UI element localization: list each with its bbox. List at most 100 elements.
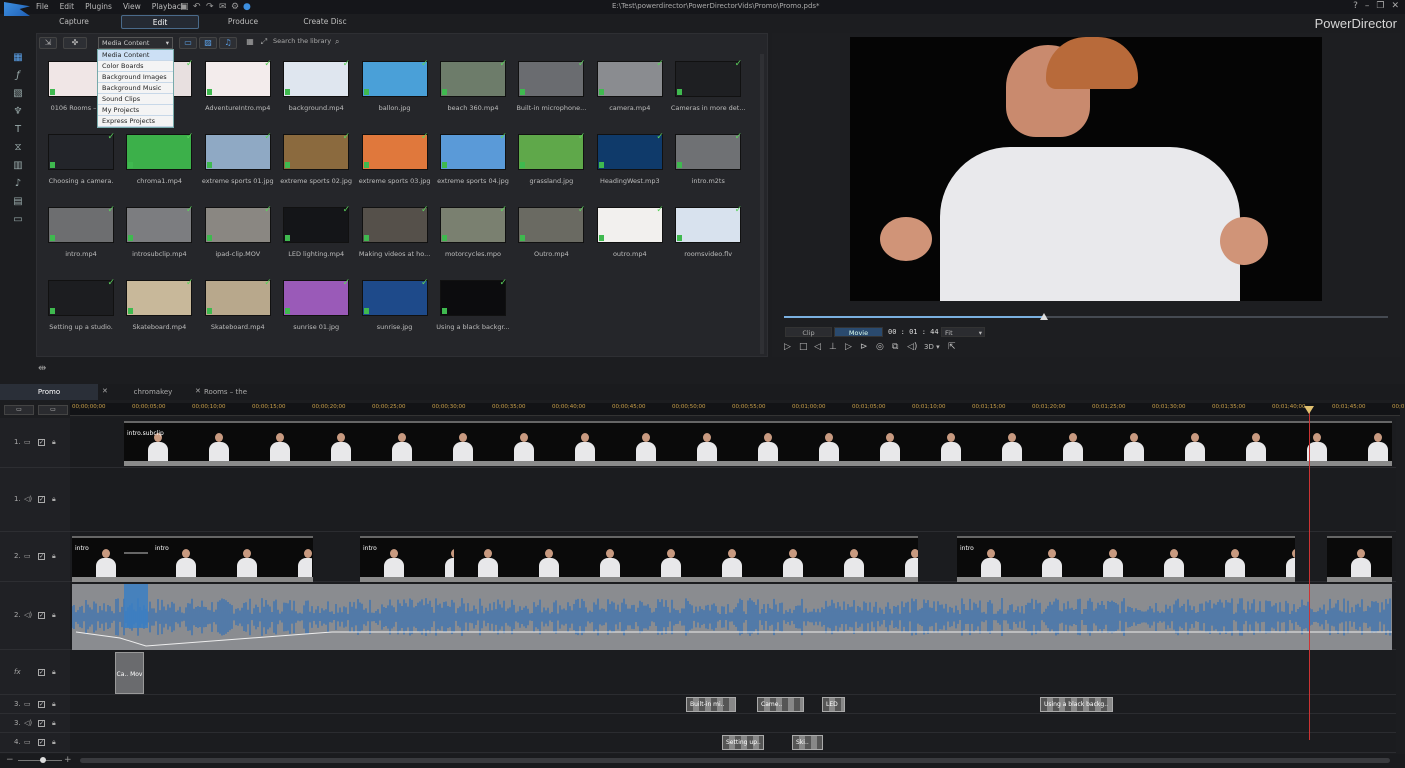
selected-audio-segment[interactable] [124, 584, 148, 628]
media-thumbnail[interactable]: ✓ [283, 59, 350, 97]
menu-edit[interactable]: Edit [60, 2, 75, 11]
option-sound-clips[interactable]: Sound Clips [98, 94, 173, 105]
option-background-music[interactable]: Background Music [98, 83, 173, 94]
particle-room-icon[interactable]: ♆ [12, 106, 24, 118]
media-thumbnail[interactable]: ✓ [361, 132, 429, 170]
chapter-room-icon[interactable]: ▤ [12, 196, 24, 208]
lock-icon[interactable]: 🔒︎ [52, 611, 56, 620]
audio-mixing-icon[interactable]: ▥ [12, 160, 24, 172]
fx-room-icon[interactable]: ƒ [12, 70, 24, 82]
timeline-playhead[interactable] [1309, 410, 1310, 740]
track-enable-checkbox[interactable]: ✓ [38, 719, 45, 727]
tab-produce[interactable]: Produce [204, 15, 282, 29]
video-clip[interactable]: intro.subclip [124, 421, 1392, 466]
zoom-in-icon[interactable]: + [64, 755, 72, 765]
timeline-tab-promo[interactable]: Promo [0, 384, 98, 400]
prev-frame-icon[interactable]: ◁ [814, 342, 821, 352]
media-thumbnail[interactable]: ✓ [361, 278, 429, 316]
media-thumbnail[interactable]: ✓ [440, 59, 507, 97]
snapshot-icon[interactable]: ◎ [876, 342, 884, 352]
audio-clip[interactable] [71, 584, 1392, 650]
media-thumbnail[interactable]: ✓ [361, 205, 429, 243]
media-room-icon[interactable]: ▦ [12, 52, 24, 64]
undo-icon[interactable]: ↶ [193, 2, 201, 12]
scrubber-handle[interactable] [1040, 313, 1048, 320]
option-media-content[interactable]: Media Content [98, 50, 173, 61]
restore-icon[interactable]: ❐ [1376, 1, 1384, 11]
lock-icon[interactable]: 🔒︎ [52, 438, 56, 447]
lock-icon[interactable]: 🔒︎ [52, 552, 56, 561]
track-enable-checkbox[interactable]: ✓ [38, 439, 45, 446]
play-icon[interactable]: ▷ [784, 342, 791, 352]
timeline-tab-chromakey[interactable]: chromakey [110, 384, 196, 400]
media-thumbnail[interactable]: ✓ [518, 205, 585, 243]
close-icon[interactable]: ✕ [1391, 1, 1399, 11]
minimize-icon[interactable]: – [1365, 1, 1370, 11]
title-clip[interactable]: Setting up.. [722, 735, 764, 750]
mark-in-icon[interactable]: ⊥ [829, 342, 837, 352]
media-thumbnail[interactable]: ✓ [596, 59, 664, 97]
tab-capture[interactable]: Capture [35, 15, 113, 29]
media-thumbnail[interactable]: ✓ [440, 205, 507, 243]
lock-icon[interactable]: 🔒︎ [52, 700, 56, 709]
save-icon[interactable]: ▣ [180, 2, 189, 12]
pip-room-icon[interactable]: ▧ [12, 88, 24, 100]
media-thumbnail[interactable]: ✓ [283, 278, 350, 316]
lock-icon[interactable]: 🔒︎ [52, 668, 56, 677]
movie-mode-button[interactable]: Movie [834, 327, 883, 337]
image-filter-icon[interactable]: ▨ [199, 37, 217, 49]
media-thumbnail[interactable]: ✓ [204, 59, 272, 97]
video-clip[interactable]: intro [957, 536, 1295, 582]
media-thumbnail[interactable]: ✓ [48, 205, 115, 243]
media-thumbnail[interactable]: ✓ [596, 132, 664, 170]
media-thumbnail[interactable]: ✓ [126, 205, 193, 243]
zoom-out-icon[interactable]: − [6, 755, 14, 765]
track-enable-checkbox[interactable]: ✓ [38, 700, 45, 708]
media-thumbnail[interactable]: ✓ [440, 132, 507, 170]
timeline-tab-rooms[interactable]: Rooms – the fundamental ... [196, 384, 288, 412]
search-icon[interactable]: ⌕ [335, 37, 339, 47]
option-express-projects[interactable]: Express Projects [98, 116, 173, 127]
track-lane[interactable] [70, 468, 1396, 532]
video-clip[interactable] [124, 552, 148, 582]
zoom-slider-thumb[interactable] [40, 757, 46, 763]
sort-icon[interactable]: ⤢ [255, 37, 273, 49]
3d-mode-button[interactable]: 3D ▾ [924, 343, 940, 351]
menu-view[interactable]: View [123, 2, 141, 11]
track-lane[interactable] [70, 650, 1396, 695]
media-thumbnail[interactable]: ✓ [283, 205, 350, 243]
subtitle-room-icon[interactable]: ▭ [12, 214, 24, 226]
track-enable-checkbox[interactable]: ✓ [38, 612, 45, 619]
help-icon[interactable]: ? [1353, 1, 1358, 11]
video-clip[interactable]: intro [360, 536, 454, 582]
undock-icon[interactable]: ⇱ [948, 342, 956, 352]
option-background-images[interactable]: Background Images [98, 72, 173, 83]
media-thumbnail[interactable]: ✓ [126, 278, 193, 316]
account-icon[interactable]: ● [243, 2, 251, 12]
menu-file[interactable]: File [36, 2, 49, 11]
stop-icon[interactable]: □ [799, 342, 808, 352]
close-tab-icon[interactable]: ✕ [102, 387, 108, 395]
video-clip[interactable]: intro [152, 536, 312, 582]
title-clip[interactable]: Ski.. [792, 735, 823, 750]
title-clip[interactable]: LED [822, 697, 845, 712]
fit-timeline-icon[interactable]: ⇹ [38, 363, 46, 374]
zoom-fit-dropdown[interactable]: Fit ▾ [941, 327, 985, 337]
track-lane[interactable] [70, 714, 1396, 733]
video-clip[interactable] [454, 536, 918, 582]
volume-envelope[interactable] [75, 631, 1392, 647]
notification-icon[interactable]: ✉ [219, 2, 227, 12]
lock-icon[interactable]: 🔒︎ [52, 719, 56, 728]
media-thumbnail[interactable]: ✓ [518, 59, 585, 97]
tab-edit[interactable]: Edit [121, 15, 199, 29]
lock-icon[interactable]: 🔒︎ [52, 738, 56, 747]
track-enable-checkbox[interactable]: ✓ [38, 496, 45, 503]
title-clip[interactable]: Built-in mi.. [686, 697, 736, 712]
plugins-icon[interactable]: ✤ [63, 37, 87, 49]
media-thumbnail[interactable]: ✓ [675, 59, 742, 97]
media-thumbnail[interactable]: ✓ [283, 132, 350, 170]
video-filter-icon[interactable]: ▭ [179, 37, 197, 49]
video-clip[interactable] [1327, 536, 1392, 582]
media-thumbnail[interactable]: ✓ [126, 132, 193, 170]
effect-clip[interactable]: Ca.. Mov [115, 652, 144, 694]
